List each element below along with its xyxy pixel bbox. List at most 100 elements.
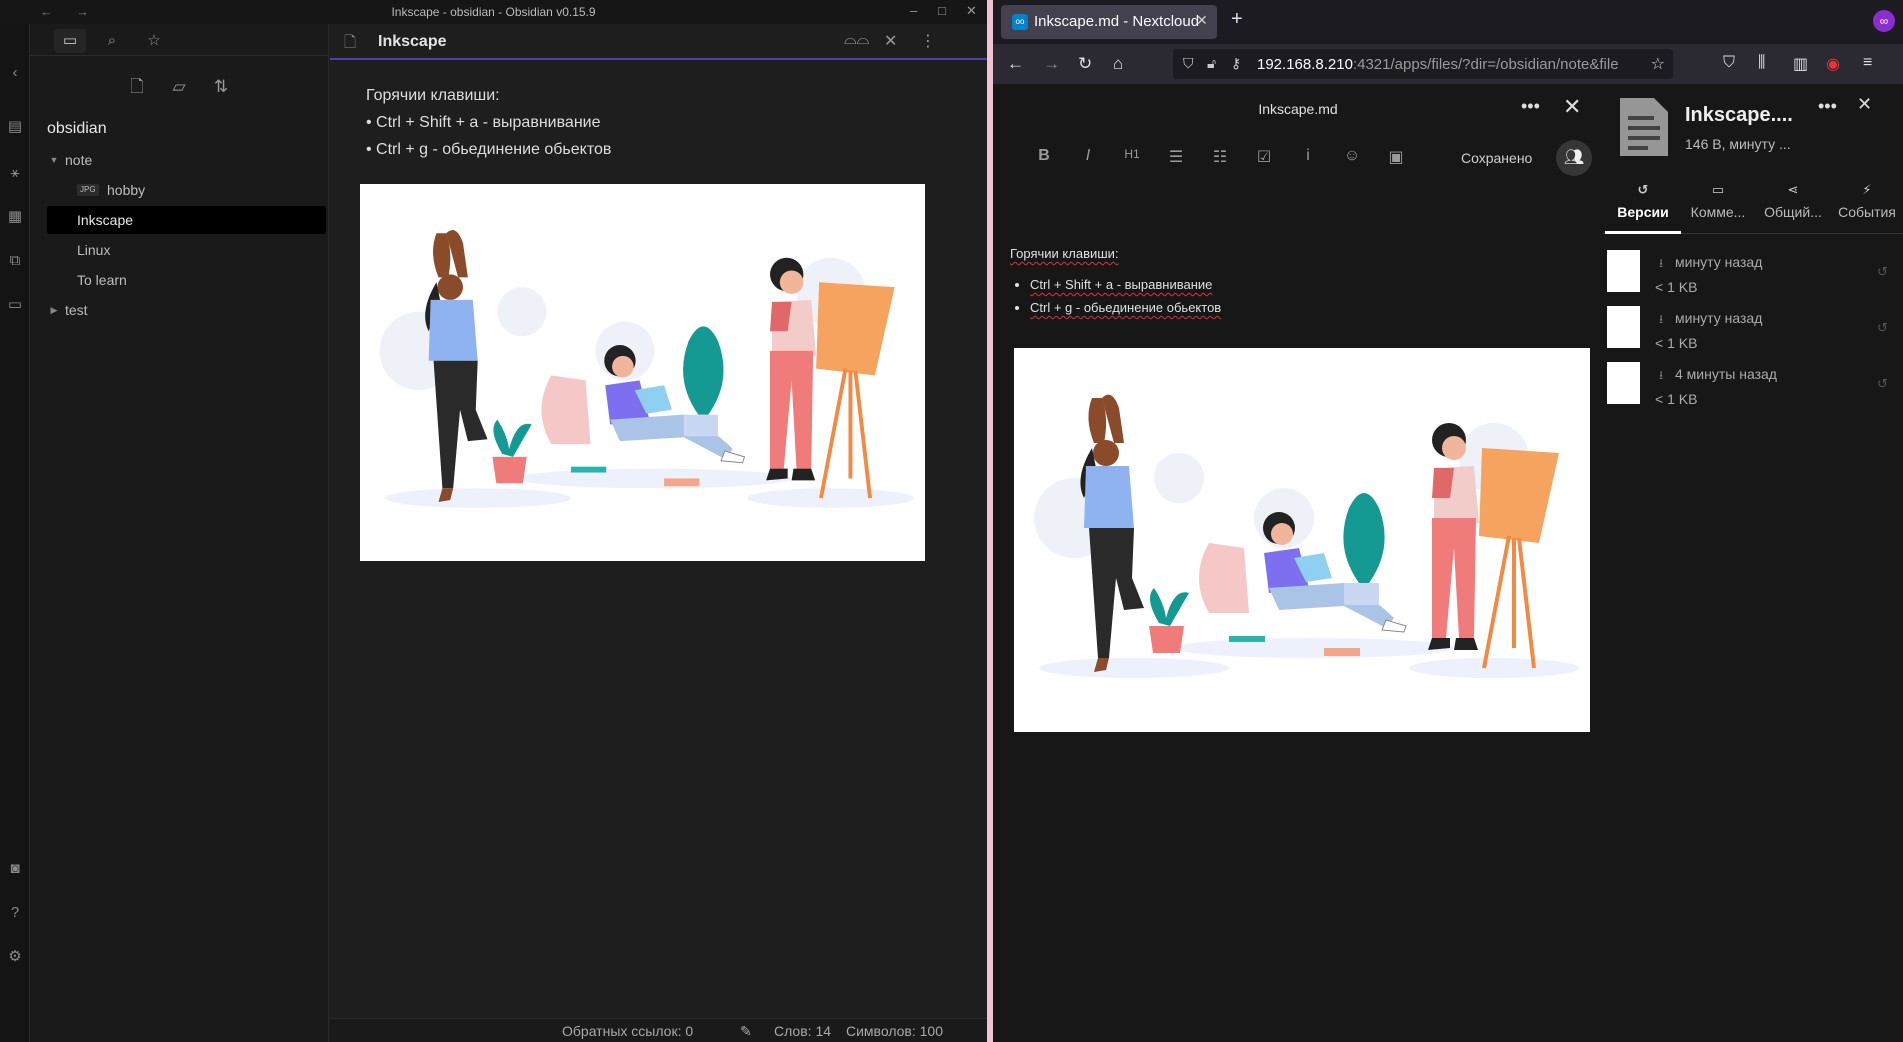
key-icon[interactable]: ⚷: [1231, 55, 1241, 72]
collaborators-icon[interactable]: 👥︎: [1556, 140, 1592, 176]
close-window-icon[interactable]: ✕: [966, 3, 977, 19]
sidebar-close-icon[interactable]: ✕: [1857, 94, 1872, 115]
restore-icon[interactable]: ↺: [1877, 376, 1888, 392]
tab-activity[interactable]: ⚡︎ События: [1831, 182, 1903, 220]
new-note-icon[interactable]: 🗋: [122, 72, 152, 102]
forward-icon[interactable]: →: [1043, 54, 1060, 74]
ribbon: ‹ ▤ ⚹ ▦ ⧉ ▭ ◙ ? ⚙: [0, 24, 30, 1042]
tree-file-hobby[interactable]: JPG hobby: [47, 176, 326, 204]
hobbies-illustration: [379, 229, 915, 508]
italic-icon[interactable]: I: [1075, 147, 1101, 169]
sidebar-more-icon[interactable]: •••: [1818, 96, 1837, 117]
heading-icon[interactable]: H1: [1119, 147, 1145, 169]
content-line: Горячии клавиши:: [366, 87, 500, 104]
new-tab-plus-icon[interactable]: +: [1231, 8, 1243, 31]
checklist-icon[interactable]: ☑: [1251, 147, 1277, 169]
embedded-illustration-preview: [1014, 348, 1590, 732]
version-thumbnail: [1607, 306, 1640, 348]
files-tab-folder-icon[interactable]: ▭: [54, 29, 86, 53]
document-icon: 🗋: [344, 34, 357, 51]
version-item[interactable]: ⭳ минуту назад < 1 KB ↺: [1607, 306, 1897, 362]
url-text[interactable]: 192.168.8.210:4321/apps/files/?dir=/obsi…: [1257, 56, 1647, 73]
maximize-icon[interactable]: □: [938, 3, 946, 18]
search-tab-icon[interactable]: ⌕: [96, 29, 128, 53]
download-icon[interactable]: ⭳: [1659, 366, 1663, 387]
tree-file-inkscape[interactable]: Inkscape: [47, 206, 326, 234]
vault-name[interactable]: obsidian: [47, 120, 107, 138]
editor-content[interactable]: Горячии клавиши: Ctrl + Shift + a - выра…: [1010, 244, 1590, 319]
active-tab-indicator: [1605, 231, 1681, 234]
close-tab-icon[interactable]: ✕: [884, 31, 897, 51]
insert-image-icon[interactable]: ▣: [1383, 147, 1409, 169]
edit-mode-pencil-icon[interactable]: ✎: [740, 1023, 752, 1040]
download-icon[interactable]: ⭳: [1659, 254, 1663, 275]
tab-sharing[interactable]: ⋖ Общий...: [1757, 182, 1829, 220]
browser-tab-bar: oo Inkscape.md - Nextcloud ✕ + ∞: [993, 0, 1903, 44]
note-title[interactable]: Inkscape: [378, 33, 446, 51]
note-content[interactable]: Горячии клавиши: • Ctrl + Shift + a - вы…: [366, 82, 946, 163]
info-icon[interactable]: i: [1295, 147, 1321, 169]
content-paragraph: Горячии клавиши:: [1010, 246, 1119, 261]
reading-view-glasses-icon[interactable]: ⌓⌓: [844, 31, 869, 49]
help-icon[interactable]: ?: [6, 904, 24, 922]
shield-icon[interactable]: ⛉: [1183, 55, 1194, 72]
tab-comments[interactable]: ▭ Комме...: [1682, 182, 1754, 220]
daily-note-icon[interactable]: ▦: [6, 208, 24, 226]
version-item[interactable]: ⭳ 4 минуты назад < 1 KB ↺: [1607, 362, 1897, 418]
vault-switcher-icon[interactable]: ◙: [6, 860, 24, 878]
tree-folder-note[interactable]: ▼ note: [47, 146, 326, 174]
file-type-tag: JPG: [77, 184, 99, 196]
reload-icon[interactable]: ↻: [1078, 54, 1092, 74]
status-bar: Обратных ссылок: 0 ✎ Слов: 14 Символов: …: [330, 1018, 987, 1042]
restore-icon[interactable]: ↺: [1877, 264, 1888, 280]
editor-close-icon[interactable]: ✕: [1563, 94, 1581, 120]
nextcloud-favicon-icon: oo: [1012, 14, 1028, 30]
library-icon[interactable]: ⫼: [1758, 54, 1765, 72]
chevron-down-icon: ▼: [49, 155, 59, 165]
command-palette-icon[interactable]: ▭: [6, 296, 24, 314]
tab-versions[interactable]: ↺ Версии: [1607, 182, 1679, 220]
sidebar-toggle-icon[interactable]: ▥: [1793, 54, 1808, 74]
starred-tab-star-icon[interactable]: ☆: [138, 29, 170, 53]
obsidian-titlebar: ← → Inkscape - obsidian - Obsidian v0.15…: [0, 0, 987, 24]
numbered-list-icon[interactable]: ☷: [1207, 147, 1233, 169]
download-icon[interactable]: ⭳: [1659, 310, 1663, 331]
minimize-icon[interactable]: –: [910, 3, 917, 18]
hamburger-menu-icon[interactable]: ≡: [1863, 54, 1872, 72]
pocket-icon[interactable]: ⛉: [1723, 54, 1735, 72]
collapse-left-icon[interactable]: ‹: [6, 64, 24, 82]
document-file-icon: [1620, 98, 1668, 156]
tree-folder-test[interactable]: ▶ test: [47, 296, 326, 324]
more-options-icon[interactable]: ⋮: [920, 31, 936, 51]
editor-more-icon[interactable]: •••: [1521, 96, 1540, 117]
close-tab-icon[interactable]: ✕: [1196, 12, 1208, 29]
tree-file-to-learn[interactable]: To learn: [47, 266, 326, 294]
comment-icon: ▭: [1711, 182, 1725, 197]
extension-icon[interactable]: ◉: [1826, 54, 1840, 74]
version-item[interactable]: ⭳ минуту назад < 1 KB ↺: [1607, 250, 1897, 306]
bullet-list-icon[interactable]: ☰: [1163, 147, 1189, 169]
backlinks-count[interactable]: Обратных ссылок: 0: [562, 1023, 693, 1039]
tree-item-label: To learn: [77, 272, 127, 288]
emoji-icon[interactable]: ☺: [1339, 147, 1365, 169]
settings-gear-icon[interactable]: ⚙: [6, 948, 24, 966]
templates-icon[interactable]: ⧉: [6, 252, 24, 270]
version-size: < 1 KB: [1655, 335, 1698, 351]
home-icon[interactable]: ⌂: [1113, 54, 1123, 74]
bookmark-star-icon[interactable]: ☆: [1651, 54, 1665, 74]
open-quick-switcher-icon[interactable]: ▤: [6, 118, 24, 136]
restore-icon[interactable]: ↺: [1877, 320, 1888, 336]
tree-item-label: test: [65, 302, 88, 318]
address-bar[interactable]: ⛉ 🔓︎ ⚷ 192.168.8.210:4321/apps/files/?di…: [1173, 49, 1673, 79]
private-mask-icon[interactable]: ∞: [1873, 10, 1895, 32]
new-folder-icon[interactable]: ▱: [164, 72, 194, 102]
lock-insecure-icon[interactable]: 🔓︎: [1207, 55, 1216, 72]
sidebar-tabs: ▭ ⌕ ☆: [30, 24, 329, 56]
bold-icon[interactable]: B: [1031, 147, 1057, 169]
back-icon[interactable]: ←: [1007, 54, 1024, 74]
tree-file-linux[interactable]: Linux: [47, 236, 326, 264]
browser-tab-active[interactable]: oo Inkscape.md - Nextcloud ✕: [1001, 5, 1217, 39]
sort-order-icon[interactable]: ⇅: [206, 72, 236, 102]
version-time: минуту назад: [1675, 310, 1763, 326]
graph-view-icon[interactable]: ⚹: [6, 164, 24, 182]
